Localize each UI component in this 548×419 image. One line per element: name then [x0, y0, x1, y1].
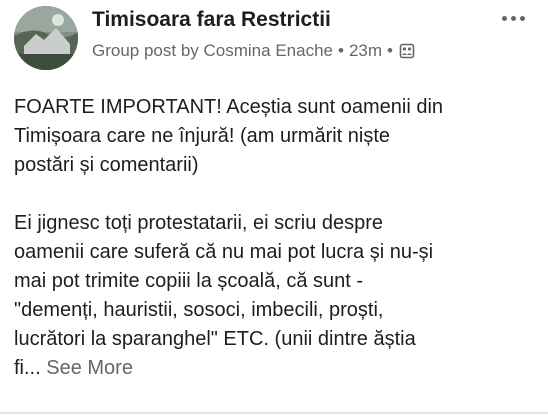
group-avatar[interactable]: [14, 6, 78, 70]
post-line: postări și comentarii): [14, 154, 199, 176]
post-time[interactable]: 23m: [349, 41, 382, 61]
group-name[interactable]: Timisoara fara Restrictii: [92, 8, 331, 32]
meta-prefix: Group post by: [92, 41, 199, 60]
group-avatar-image: [14, 6, 78, 70]
truncated-text: fi...: [14, 357, 41, 379]
post-line: FOARTE IMPORTANT! Aceștia sunt oamenii d…: [14, 96, 444, 118]
group-audience-icon: [399, 43, 415, 59]
post-last-line: fi... See More: [14, 354, 539, 383]
author-name[interactable]: Cosmina Enache: [204, 41, 333, 61]
post-line: mai pot trimite copiii la școală, că sun…: [14, 270, 364, 292]
post-meta: Group post by Cosmina Enache • 23m •: [92, 41, 415, 61]
post-line: Ei jignesc toți protestatarii, ei scriu …: [14, 212, 384, 234]
post-body: FOARTE IMPORTANT! Aceștia sunt oamenii d…: [14, 93, 539, 383]
post-header: Timisoara fara Restrictii Group post by …: [0, 0, 548, 78]
more-dot: [501, 15, 507, 21]
post-paragraph: FOARTE IMPORTANT! Aceștia sunt oamenii d…: [14, 93, 539, 180]
post-line: "demenți, hauristii, sosoci, imbecili, p…: [14, 299, 384, 321]
see-more-link[interactable]: See More: [46, 357, 133, 379]
post-paragraph: Ei jignesc toți protestatarii, ei scriu …: [14, 209, 539, 383]
meta-separator: •: [387, 41, 393, 60]
meta-separator: •: [337, 41, 344, 60]
more-dot: [510, 15, 516, 21]
more-dot: [519, 15, 525, 21]
divider: [0, 412, 548, 414]
post-line: oamenii care suferă că nu mai pot lucra …: [14, 241, 434, 263]
more-options-icon[interactable]: [496, 8, 530, 28]
group-post: Timisoara fara Restrictii Group post by …: [0, 0, 548, 419]
post-line: lucrători la sparanghel" ETC. (unii dint…: [14, 328, 416, 350]
post-line: Timișoara care ne înjură! (am urmărit ni…: [14, 125, 391, 147]
